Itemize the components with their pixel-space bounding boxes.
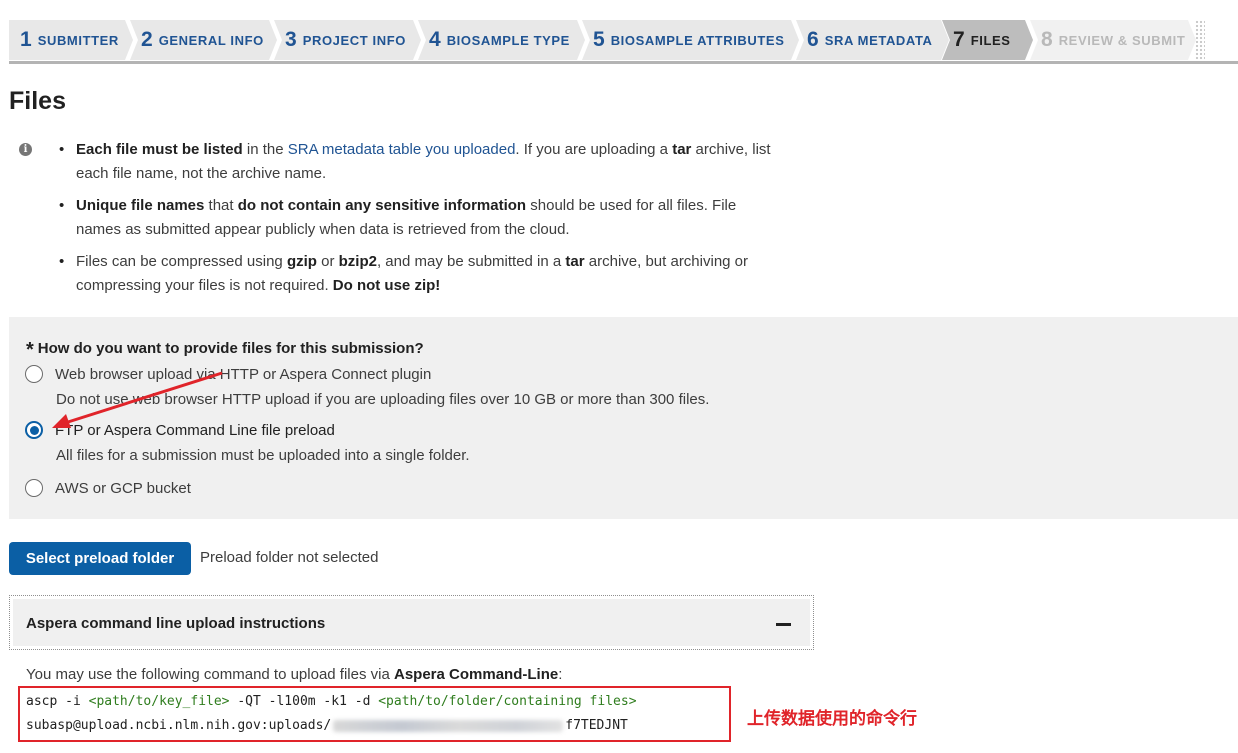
step-files[interactable]: 7 Files bbox=[942, 20, 1033, 60]
command-line-2: subasp@upload.ncbi.nlm.nih.gov:uploads/f… bbox=[26, 718, 628, 733]
step-number: 3 bbox=[285, 28, 297, 51]
step-submitter[interactable]: 1 Submitter bbox=[9, 20, 133, 60]
accordion-title: Aspera command line upload instructions bbox=[26, 615, 326, 632]
rule-item: Files can be compressed using gzip or bz… bbox=[58, 250, 778, 298]
step-review-submit: 8 Review & Submit bbox=[1030, 20, 1196, 60]
option-label: Web browser upload via HTTP or Aspera Co… bbox=[55, 365, 432, 383]
aspera-instructions-accordion[interactable]: Aspera command line upload instructions bbox=[9, 595, 814, 650]
option-aws-gcp-bucket[interactable]: AWS or GCP bucket bbox=[25, 479, 191, 497]
step-number: 8 bbox=[1041, 28, 1053, 51]
preload-status: Preload folder not selected bbox=[200, 549, 379, 566]
step-label: Submitter bbox=[37, 32, 119, 48]
step-label: Biosample Type bbox=[446, 32, 570, 48]
minus-icon[interactable] bbox=[776, 623, 791, 626]
step-number: 6 bbox=[807, 28, 819, 51]
select-preload-folder-button[interactable]: Select preload folder bbox=[9, 542, 191, 575]
file-provision-panel: * How do you want to provide files for th… bbox=[9, 317, 1238, 519]
step-biosample-attributes[interactable]: 5 Biosample Attributes bbox=[582, 20, 799, 60]
option-label: FTP or Aspera Command Line file preload bbox=[55, 421, 335, 439]
option-hint: All files for a submission must be uploa… bbox=[56, 447, 470, 464]
step-label: Project Info bbox=[302, 32, 406, 48]
aspera-command-box: ascp -i <path/to/key_file> -QT -l100m -k… bbox=[18, 686, 731, 742]
step-number: 2 bbox=[141, 28, 153, 51]
step-number: 5 bbox=[593, 28, 605, 51]
step-project-info[interactable]: 3 Project Info bbox=[274, 20, 421, 60]
step-number: 4 bbox=[429, 28, 441, 51]
redacted-upload-path bbox=[333, 719, 564, 732]
command-line-1: ascp -i <path/to/key_file> -QT -l100m -k… bbox=[26, 694, 637, 709]
option-web-browser-upload[interactable]: Web browser upload via HTTP or Aspera Co… bbox=[25, 365, 431, 383]
option-hint: Do not use web browser HTTP upload if yo… bbox=[56, 391, 710, 408]
rule-item: Each file must be listed in the SRA meta… bbox=[58, 138, 778, 186]
step-number: 1 bbox=[20, 28, 32, 51]
key-file-placeholder: <path/to/key_file> bbox=[88, 694, 230, 709]
step-general-info[interactable]: 2 General Info bbox=[130, 20, 277, 60]
wizard-steps: 1 Submitter 2 General Info 3 Project Inf… bbox=[9, 20, 1238, 60]
radio-web-browser[interactable] bbox=[25, 365, 43, 383]
rule-item: Unique file names that do not contain an… bbox=[58, 194, 778, 242]
steps-overflow-dots bbox=[1195, 20, 1205, 60]
info-icon: i bbox=[19, 143, 32, 156]
aspera-note: You may use the following command to upl… bbox=[26, 666, 563, 683]
page-title: Files bbox=[9, 87, 66, 115]
step-label: Files bbox=[970, 32, 1011, 48]
option-ftp-aspera-preload[interactable]: FTP or Aspera Command Line file preload bbox=[25, 421, 335, 439]
annotation-label: 上传数据使用的命令行 bbox=[747, 709, 917, 729]
accordion-header[interactable]: Aspera command line upload instructions bbox=[13, 599, 810, 646]
steps-underline bbox=[9, 61, 1238, 64]
option-label: AWS or GCP bucket bbox=[55, 479, 191, 497]
radio-aws-gcp[interactable] bbox=[25, 479, 43, 497]
radio-ftp-aspera[interactable] bbox=[25, 421, 43, 439]
file-rules-list: Each file must be listed in the SRA meta… bbox=[58, 138, 778, 306]
step-label: SRA Metadata bbox=[824, 32, 933, 48]
step-number: 7 bbox=[953, 28, 965, 51]
folder-placeholder: <path/to/folder/containing files> bbox=[378, 694, 637, 709]
step-sra-metadata[interactable]: 6 SRA Metadata bbox=[796, 20, 949, 60]
step-biosample-type[interactable]: 4 Biosample Type bbox=[418, 20, 585, 60]
step-label: Biosample Attributes bbox=[610, 32, 785, 48]
sra-metadata-link[interactable]: SRA metadata table you uploaded bbox=[288, 141, 516, 158]
provision-question: * How do you want to provide files for th… bbox=[26, 336, 424, 361]
step-label: General Info bbox=[158, 32, 264, 48]
required-marker: * bbox=[26, 339, 34, 361]
step-label: Review & Submit bbox=[1058, 32, 1186, 48]
question-label: How do you want to provide files for thi… bbox=[37, 340, 424, 357]
